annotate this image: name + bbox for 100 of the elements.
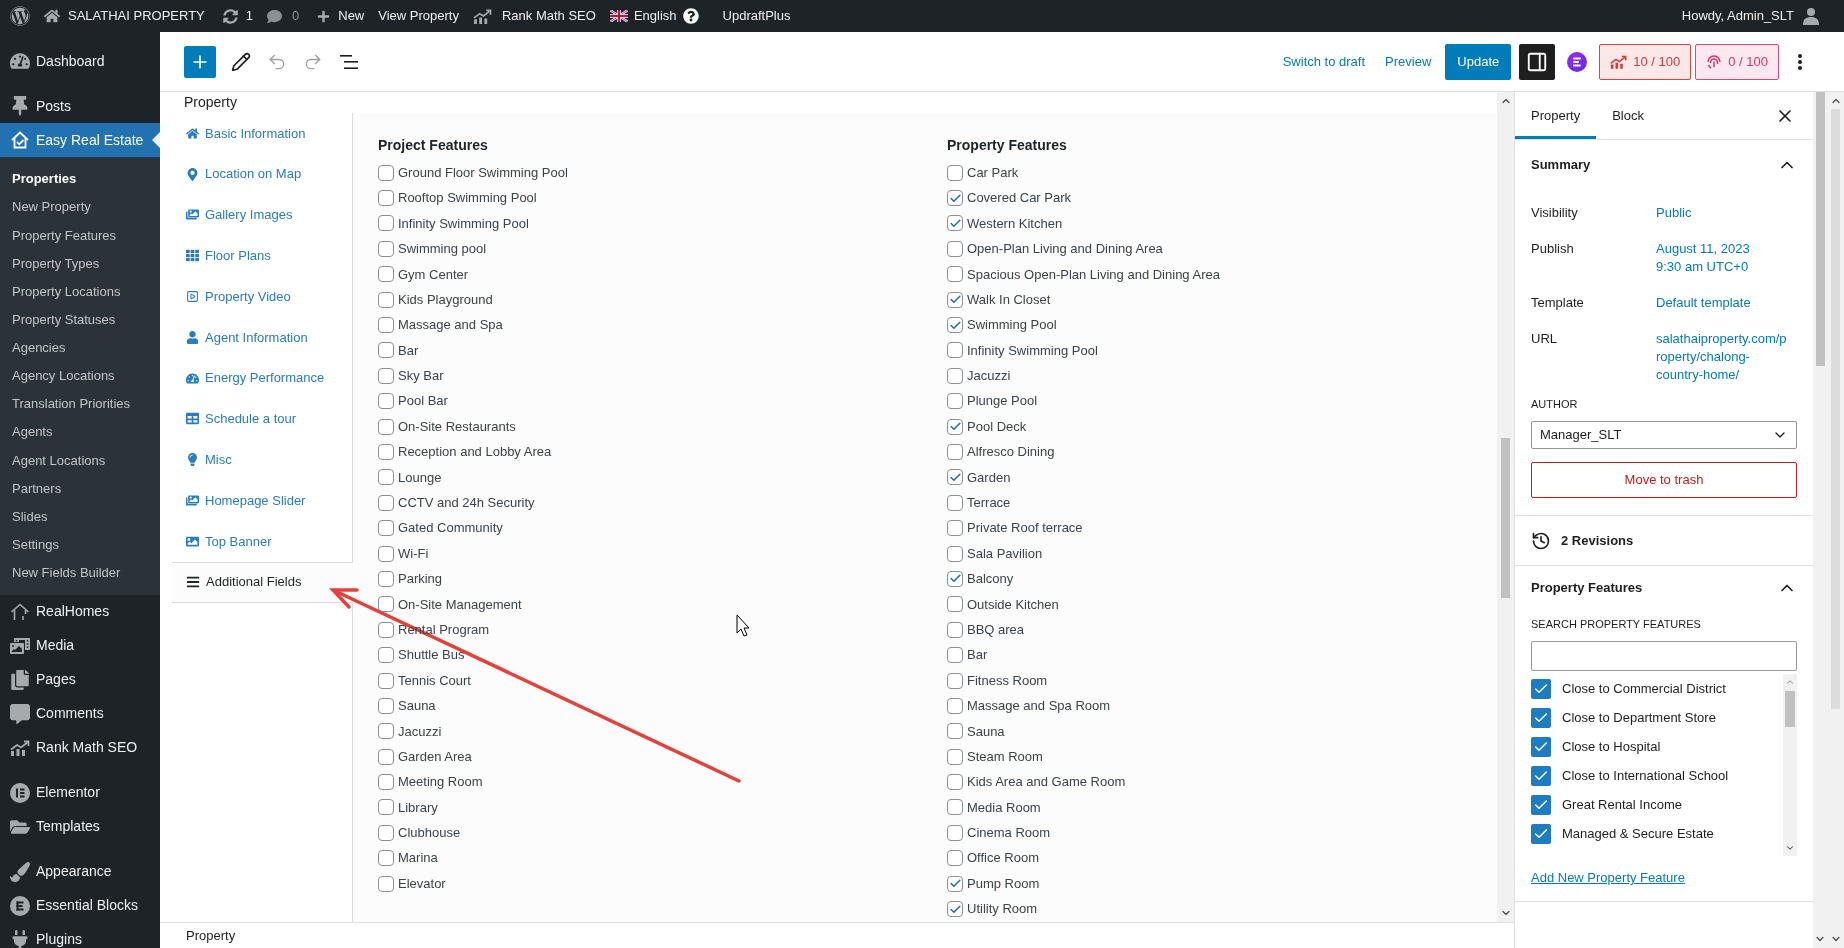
search-field[interactable]: [1531, 641, 1797, 671]
submenu-item[interactable]: Agencies: [0, 333, 160, 362]
submenu-item[interactable]: Agents: [0, 418, 160, 447]
checkbox[interactable]: [947, 748, 963, 765]
toolbar-link[interactable]: Switch to draft: [1274, 43, 1374, 80]
submenu-item[interactable]: Property Statuses: [0, 305, 160, 334]
checkbox[interactable]: [947, 824, 963, 841]
metabox-tab[interactable]: Homepage Slider: [172, 480, 352, 521]
menu-item[interactable]: Templates: [0, 809, 160, 844]
checkbox[interactable]: [947, 444, 963, 460]
submenu-item[interactable]: Translation Priorities: [0, 390, 160, 419]
account-link[interactable]: Howdy, Admin_SLT: [1681, 0, 1820, 32]
menu-item[interactable]: Media: [0, 628, 160, 663]
submenu-item[interactable]: Property Features: [0, 221, 160, 250]
seo-score-button[interactable]: 10 / 100: [1599, 43, 1692, 80]
metabox-tab[interactable]: Gallery Images: [172, 194, 352, 236]
submenu-item[interactable]: Properties: [0, 165, 160, 194]
checkbox[interactable]: [378, 875, 394, 892]
backup-link[interactable]: UpdraftPlus: [722, 0, 791, 32]
checkbox[interactable]: [947, 647, 963, 664]
readability-score-button[interactable]: 0 / 100: [1695, 43, 1779, 80]
menu-item[interactable]: Elementor: [0, 775, 160, 810]
checkbox[interactable]: [947, 240, 963, 257]
checkbox[interactable]: [378, 824, 394, 841]
wordpress-logo-icon[interactable]: [10, 6, 30, 26]
checkbox[interactable]: [378, 240, 394, 257]
checkbox[interactable]: [378, 723, 394, 740]
submenu-item[interactable]: Slides: [0, 502, 160, 531]
scrollbar-thumb[interactable]: [1785, 691, 1795, 727]
checkbox[interactable]: [378, 799, 394, 816]
checkbox[interactable]: [947, 418, 963, 435]
scroll-down-icon[interactable]: [1785, 843, 1795, 853]
checkbox[interactable]: [947, 545, 963, 562]
checkbox[interactable]: [378, 697, 394, 714]
checkbox[interactable]: [947, 164, 963, 181]
checkbox[interactable]: [378, 621, 394, 638]
checkbox[interactable]: [378, 672, 394, 689]
checkbox[interactable]: [1531, 707, 1551, 728]
checkbox[interactable]: [378, 444, 394, 460]
checkbox[interactable]: [947, 215, 963, 232]
menu-item[interactable]: Plugins: [0, 922, 160, 948]
checkbox[interactable]: [378, 850, 394, 867]
checkbox[interactable]: [378, 647, 394, 664]
checkbox[interactable]: [947, 621, 963, 638]
checkbox[interactable]: [947, 570, 963, 587]
checkbox[interactable]: [947, 494, 963, 511]
checkbox[interactable]: [1531, 765, 1551, 786]
menu-item[interactable]: Comments: [0, 696, 160, 731]
site-name-link[interactable]: SALATHAI PROPERTY: [44, 0, 205, 32]
checkbox[interactable]: [947, 875, 963, 892]
menu-item[interactable]: Easy Real Estate: [0, 123, 160, 157]
checkbox[interactable]: [378, 545, 394, 562]
plugin-button[interactable]: [1567, 51, 1588, 72]
checkbox[interactable]: [378, 317, 394, 334]
toolbar-link[interactable]: Preview: [1377, 43, 1440, 80]
checkbox[interactable]: [947, 393, 963, 410]
content-scrollbar[interactable]: [1497, 92, 1514, 922]
field-value-link[interactable]: Public: [1656, 204, 1789, 222]
sidebar-scrollbar[interactable]: [1813, 92, 1827, 948]
submenu-item[interactable]: Property Locations: [0, 277, 160, 306]
checkbox[interactable]: [947, 901, 963, 917]
page-scrollbar[interactable]: [1827, 92, 1844, 948]
checkbox[interactable]: [947, 596, 963, 613]
author-select[interactable]: Manager_SLT: [1531, 421, 1797, 449]
comments-link[interactable]: 0: [267, 0, 300, 32]
field-value-link[interactable]: Default template: [1656, 294, 1789, 312]
submenu-item[interactable]: Agent Locations: [0, 446, 160, 475]
checkbox[interactable]: [378, 215, 394, 232]
checkbox[interactable]: [378, 570, 394, 587]
add-feature-link[interactable]: Add New Property Feature: [1531, 869, 1685, 887]
checkbox[interactable]: [378, 393, 394, 410]
menu-item[interactable]: Pages: [0, 662, 160, 697]
checkbox[interactable]: [378, 291, 394, 308]
metabox-tab[interactable]: Top Banner: [172, 520, 352, 562]
field-value-link[interactable]: salathaiproperty.com/property/chalong-country-home/: [1656, 330, 1789, 384]
checkbox[interactable]: [378, 469, 394, 486]
submenu-item[interactable]: Settings: [0, 530, 160, 559]
submenu-item[interactable]: Property Types: [0, 249, 160, 278]
checkbox[interactable]: [947, 723, 963, 740]
metabox-tab[interactable]: Property Video: [172, 276, 352, 317]
metabox-tab[interactable]: Misc: [172, 439, 352, 481]
checkbox[interactable]: [378, 342, 394, 359]
view-link[interactable]: View Property: [378, 0, 459, 32]
seo-link[interactable]: Rank Math SEO: [472, 0, 596, 32]
menu-item[interactable]: Rank Math SEO: [0, 730, 160, 765]
checkbox[interactable]: [378, 748, 394, 765]
metabox-tab[interactable]: Schedule a tour: [172, 398, 352, 440]
submenu-item[interactable]: New Property: [0, 193, 160, 222]
checkbox[interactable]: [947, 317, 963, 334]
checkbox[interactable]: [947, 672, 963, 689]
scrollbar-thumb[interactable]: [1815, 92, 1825, 366]
list-scrollbar[interactable]: [1783, 674, 1797, 856]
submenu-item[interactable]: Agency Locations: [0, 361, 160, 390]
sidebar-tab[interactable]: Block: [1596, 92, 1660, 139]
metabox-tab[interactable]: Additional Fields: [172, 561, 353, 603]
updates-link[interactable]: 1: [222, 0, 253, 32]
menu-item[interactable]: Appearance: [0, 854, 160, 889]
checkbox[interactable]: [947, 266, 963, 283]
add-block-button[interactable]: [184, 45, 216, 78]
checkbox[interactable]: [947, 774, 963, 791]
